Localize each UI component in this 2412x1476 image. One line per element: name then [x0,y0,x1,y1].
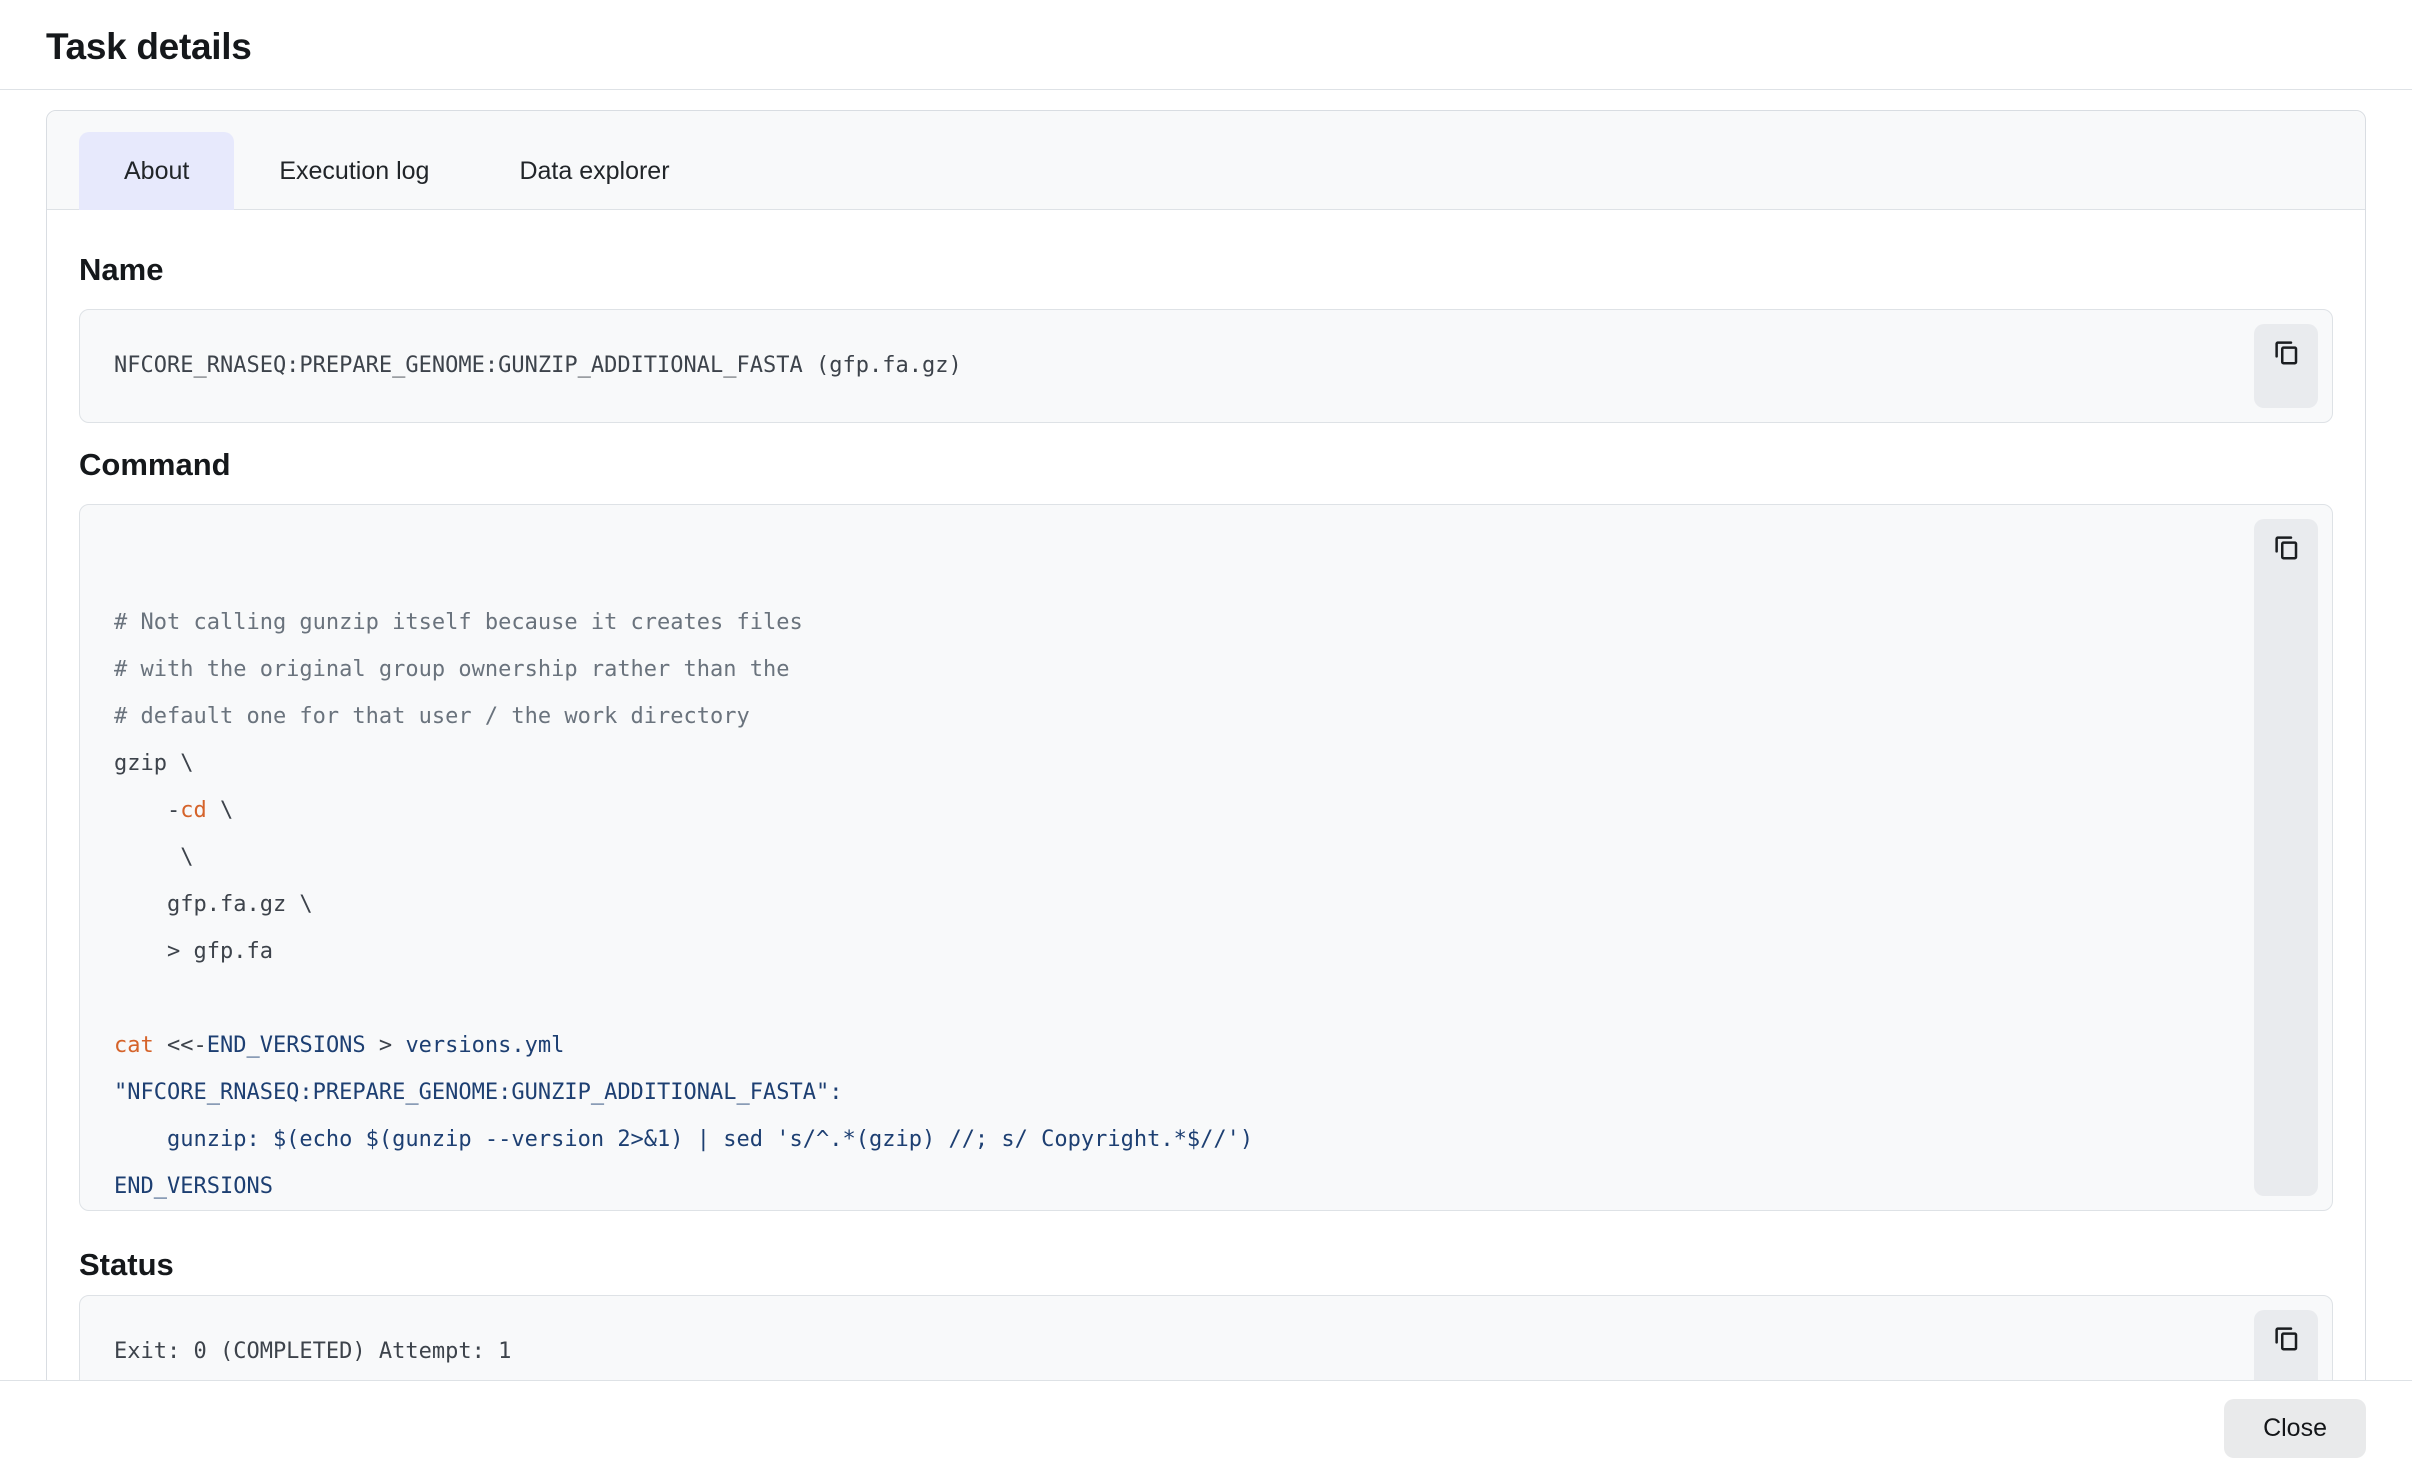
name-box: NFCORE_RNASEQ:PREPARE_GENOME:GUNZIP_ADDI… [79,309,2333,423]
copy-command-button[interactable] [2254,519,2318,1196]
command-box: # Not calling gunzip itself because it c… [79,504,2333,1211]
command-code-line: gunzip: $(echo $(gunzip --version 2>&1) … [114,1116,2212,1163]
command-code-line: cat <<-END_VERSIONS > versions.yml [114,1022,2212,1069]
command-code-line: # Not calling gunzip itself because it c… [114,599,2212,646]
command-code-line: \ [114,834,2212,881]
command-section-heading: Command [79,447,2333,483]
command-code-line: # default one for that user / the work d… [114,693,2212,740]
command-code-line: # with the original group ownership rath… [114,646,2212,693]
task-details-modal: Task details AboutExecution logData expl… [0,0,2412,1380]
close-button[interactable]: Close [2224,1399,2366,1458]
command-code-line: > gfp.fa [114,928,2212,975]
task-about-panel: Name NFCORE_RNASEQ:PREPARE_GENOME:GUNZIP… [47,210,2365,1380]
command-code-line: gfp.fa.gz \ [114,881,2212,928]
tab-list: AboutExecution logData explorer [47,111,2365,210]
status-value: Exit: 0 (COMPLETED) Attempt: 1 [80,1296,2332,1380]
status-box: Exit: 0 (COMPLETED) Attempt: 1 [79,1295,2333,1380]
tab-about[interactable]: About [79,132,234,210]
command-code-line: "NFCORE_RNASEQ:PREPARE_GENOME:GUNZIP_ADD… [114,1069,2212,1116]
copy-icon [2271,1323,2301,1353]
modal-body: AboutExecution logData explorer Name NFC… [0,90,2412,1380]
command-code-line [114,505,2212,552]
copy-name-button[interactable] [2254,324,2318,408]
name-section-heading: Name [79,252,2333,288]
copy-icon [2271,532,2301,562]
modal-footer: Close [0,1380,2412,1476]
copy-icon [2271,337,2301,367]
tab-data-explorer[interactable]: Data explorer [474,132,714,210]
copy-status-button[interactable] [2254,1310,2318,1380]
command-code-line: gzip \ [114,740,2212,787]
command-code-line [114,552,2212,599]
modal-header: Task details [0,0,2412,90]
command-code-line: -cd \ [114,787,2212,834]
task-card: AboutExecution logData explorer Name NFC… [46,110,2366,1380]
command-code-line: END_VERSIONS [114,1163,2212,1210]
command-code: # Not calling gunzip itself because it c… [80,505,2332,1210]
status-section-heading: Status [79,1247,2333,1283]
command-code-line [114,975,2212,1022]
task-name-value: NFCORE_RNASEQ:PREPARE_GENOME:GUNZIP_ADDI… [80,310,2332,422]
page-title: Task details [46,24,2366,70]
tab-execution-log[interactable]: Execution log [234,132,474,210]
